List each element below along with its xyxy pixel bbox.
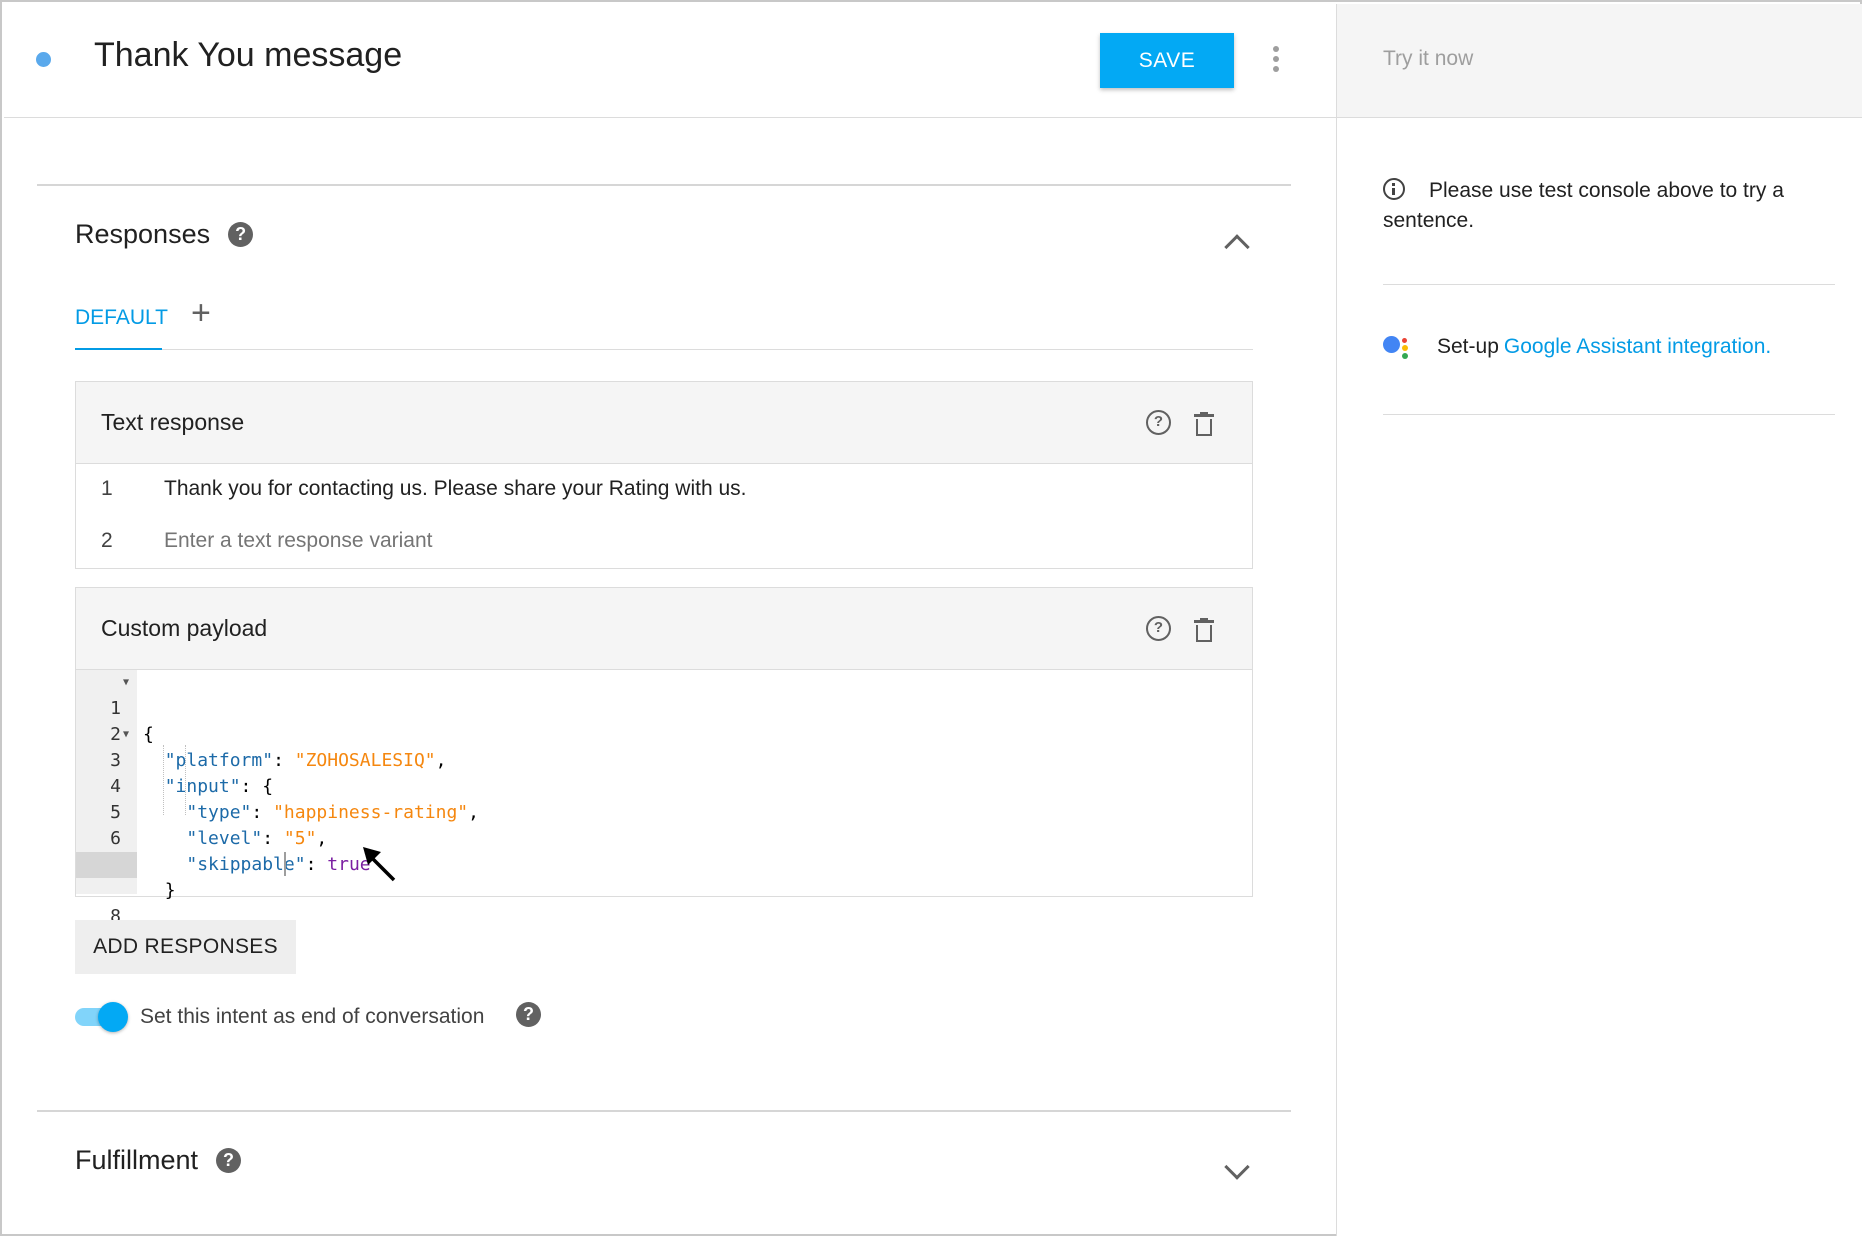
text-response-row[interactable]: 2 [76, 516, 1252, 568]
save-button[interactable]: SAVE [1100, 33, 1234, 88]
text-response-card: Text response ? 1 Thank you for contacti… [75, 381, 1253, 569]
info-icon [1383, 178, 1405, 200]
responses-title: Responses [75, 219, 211, 249]
more-vert-icon[interactable] [1266, 44, 1286, 74]
google-assistant-setup: Set-up Google Assistant integration. [1383, 332, 1771, 362]
fold-arrow-icon[interactable]: ▼ [123, 670, 129, 696]
end-conversation-label: Set this intent as end of conversation [140, 1005, 485, 1028]
card-title: Custom payload [101, 615, 268, 641]
code-editor[interactable]: 1 ▼ { 2 "platform": "ZOHOSALESIQ", 3 ▼ "in… [76, 670, 1252, 953]
text-response-row[interactable]: 1 Thank you for contacting us. Please sh… [76, 464, 1252, 516]
trash-icon[interactable] [1194, 412, 1214, 436]
setup-prefix: Set-up [1437, 335, 1499, 358]
code-line: 7 } [110, 854, 176, 901]
responses-section-header: Responses ? [75, 219, 254, 250]
google-assistant-icon [1383, 332, 1413, 362]
custom-payload-card: Custom payload ? 1 ▼ { 2 "platform": "ZOH… [75, 587, 1253, 953]
code-line: 2 "platform": "ZOHOSALESIQ", [110, 724, 447, 771]
help-icon[interactable]: ? [216, 1148, 242, 1173]
card-header: Text response ? [76, 382, 1252, 464]
help-icon[interactable]: ? [1146, 616, 1171, 641]
code-line: 5 "level": "5", [110, 802, 328, 849]
text-response-variant-input[interactable] [164, 529, 1164, 553]
section-divider [37, 184, 1291, 186]
test-console-panel: Try it now Please use test console above… [1336, 4, 1862, 1236]
mouse-cursor-icon [363, 847, 396, 882]
code-line: 8 } [76, 852, 1252, 953]
google-assistant-integration-link[interactable]: Google Assistant integration. [1504, 335, 1771, 359]
row-number: 1 [101, 477, 113, 500]
trash-icon[interactable] [1194, 618, 1214, 642]
text-response-value[interactable]: Thank you for contacting us. Please shar… [164, 477, 746, 501]
page-title: Thank You message [94, 36, 403, 74]
fold-arrow-icon[interactable]: ▼ [123, 722, 129, 748]
section-divider [37, 1110, 1291, 1112]
code-line: 3 ▼ "input": { [76, 722, 1252, 797]
code-line: 4 "type": "happiness-rating", [110, 776, 479, 823]
try-it-now-input[interactable]: Try it now [1383, 47, 1473, 71]
intent-header: Thank You message SAVE [4, 4, 1336, 118]
help-icon[interactable]: ? [516, 1002, 541, 1027]
card-header: Custom payload ? [76, 588, 1252, 670]
fulfillment-section-header[interactable]: Fulfillment ? [75, 1145, 242, 1176]
chevron-up-icon[interactable] [1224, 234, 1250, 260]
help-icon[interactable]: ? [1146, 410, 1171, 435]
add-responses-button[interactable]: ADD RESPONSES [75, 920, 296, 974]
status-dot-icon [36, 52, 51, 67]
code-line: 6 "skippable": true [110, 828, 371, 875]
try-it-now-bar[interactable]: Try it now [1337, 4, 1862, 118]
help-icon[interactable]: ? [228, 222, 254, 247]
chevron-down-icon[interactable] [1224, 1154, 1250, 1180]
divider [1383, 284, 1835, 285]
end-conversation-toggle[interactable] [75, 1002, 129, 1032]
fulfillment-title: Fulfillment [75, 1145, 199, 1175]
add-icon[interactable]: + [191, 296, 211, 330]
window-frame: Thank You message SAVE Try it now Please… [0, 0, 1862, 1236]
code-line: 1 ▼ { [76, 670, 1252, 745]
row-number: 2 [101, 529, 113, 552]
info-text: Please use test console above to try a s… [1383, 179, 1784, 232]
tab-default[interactable]: DEFAULT [75, 306, 168, 350]
divider [1383, 414, 1835, 415]
card-title: Text response [101, 409, 245, 435]
text-caret [284, 852, 286, 876]
info-message: Please use test console above to try a s… [1383, 176, 1823, 236]
response-tabs: DEFAULT + [75, 296, 1253, 350]
